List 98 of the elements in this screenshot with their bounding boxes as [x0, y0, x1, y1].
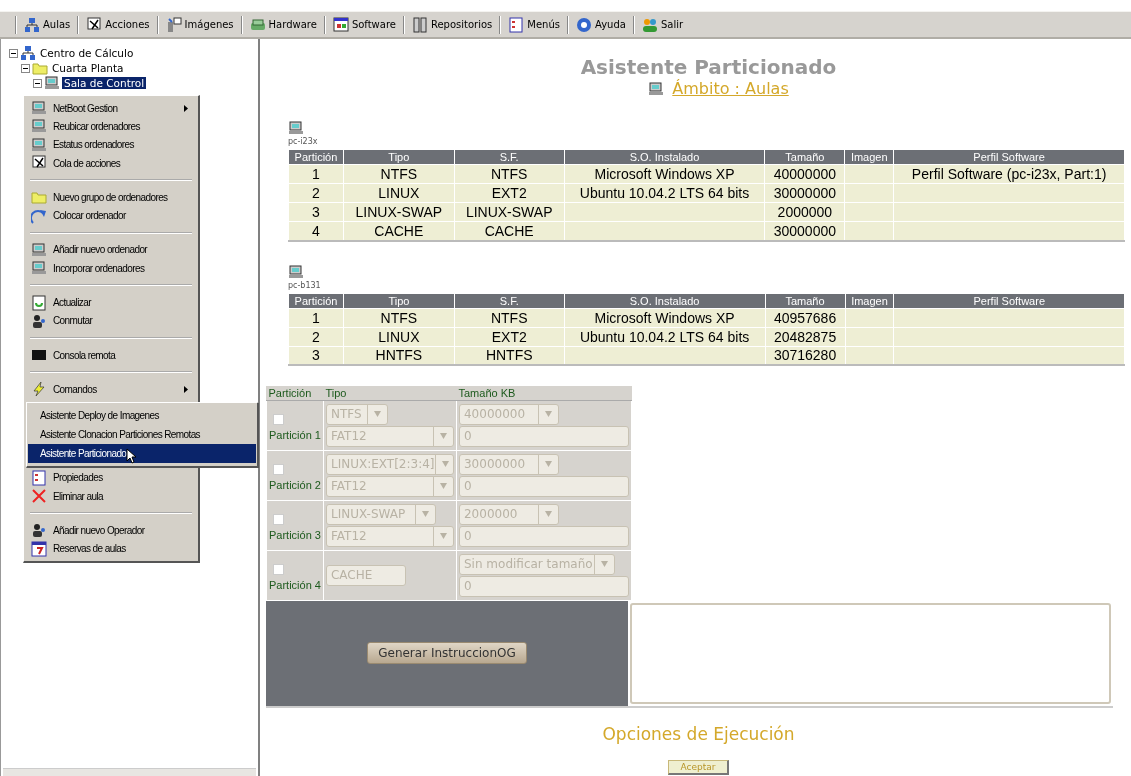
- menu-item[interactable]: Estatus ordenadores: [26, 135, 196, 154]
- instruction-field[interactable]: [630, 602, 1111, 704]
- list-icon: [508, 16, 525, 33]
- window-icon: [332, 16, 349, 33]
- menu-item[interactable]: NetBoot Gestion: [26, 99, 196, 118]
- tree-item[interactable]: Cuarta Planta: [50, 61, 126, 74]
- computer-icon: [31, 136, 47, 153]
- refresh-icon: [31, 294, 47, 311]
- dropdown-arrow-icon: [441, 461, 449, 467]
- network-icon: [20, 44, 36, 61]
- toolbar-button[interactable]: Repositorios: [409, 16, 495, 33]
- toolbar-button[interactable]: Imágenes: [163, 16, 236, 33]
- menu-item[interactable]: Reubicar ordenadores: [26, 117, 196, 136]
- computer-icon: [31, 100, 47, 117]
- toolbar-button[interactable]: Software: [330, 16, 398, 33]
- disk-icon: [165, 16, 182, 33]
- dropdown-arrow-icon: [601, 561, 608, 567]
- tree-item[interactable]: Sala de Control: [62, 76, 147, 89]
- column-header: Imagen: [844, 149, 894, 165]
- calendar-icon: [31, 540, 47, 557]
- toolbar-button[interactable]: Acciones: [84, 16, 152, 33]
- folder-icon: [31, 189, 47, 206]
- column-header: S.F.: [454, 293, 565, 308]
- menu-item[interactable]: Añadir nuevo ordenador: [26, 240, 196, 260]
- column-header: S.O. Instalado: [564, 293, 766, 308]
- dropdown-arrow-icon: [440, 483, 447, 489]
- toolbar-button[interactable]: Salir: [639, 16, 686, 33]
- computer-icon: [31, 241, 47, 258]
- toolbar-button[interactable]: Ayuda: [574, 16, 628, 33]
- column-header: Tipo: [343, 149, 455, 165]
- menu-item[interactable]: Añadir nuevo Operador: [26, 521, 196, 540]
- curved-arrow-icon: [31, 207, 47, 224]
- column-header: S.O. Instalado: [564, 149, 765, 165]
- menu-item[interactable]: Comandos: [26, 380, 196, 399]
- dropdown-arrow-icon: [440, 533, 447, 539]
- cabinet-icon: [411, 16, 428, 33]
- computer-name: pc-i23x: [288, 137, 319, 146]
- column-header: Partición: [288, 293, 344, 308]
- menu-item[interactable]: Consola remota: [26, 345, 196, 365]
- column-header: Tamaño: [764, 149, 845, 165]
- dropdown-arrow-icon: [545, 511, 552, 517]
- menu-item[interactable]: Incorporar ordenadores: [26, 259, 196, 278]
- dropdown-arrow-icon: [374, 411, 381, 417]
- computer-icon: [288, 263, 304, 280]
- network-icon: [24, 16, 40, 33]
- toolbar-button[interactable]: Hardware: [247, 16, 319, 33]
- menu-item[interactable]: Eliminar aula: [26, 486, 196, 506]
- menu-item[interactable]: Propiedades: [26, 468, 196, 487]
- computer-icon: [31, 118, 47, 135]
- menu-item[interactable]: Colocar ordenador: [26, 206, 196, 225]
- computer-icon: [31, 260, 47, 277]
- column-header: Imagen: [845, 293, 894, 308]
- collapse-icon[interactable]: [9, 49, 18, 58]
- column-header: Tamaño: [765, 293, 845, 308]
- menu-item[interactable]: Asistente Particionado: [28, 444, 256, 463]
- collapse-icon[interactable]: [21, 64, 30, 73]
- partition-label: Partición 3: [269, 528, 321, 541]
- partition-label: Partición 4: [269, 578, 321, 591]
- dropdown-arrow-icon: [545, 461, 552, 467]
- toolbar-button[interactable]: Menús: [506, 16, 562, 33]
- computer-icon: [288, 120, 304, 136]
- tree-item[interactable]: Centro de Cálculo: [38, 46, 136, 59]
- dropdown-arrow-icon: [440, 433, 447, 439]
- column-header: Partición: [266, 386, 324, 400]
- section-title: Opciones de Ejecución: [601, 723, 796, 744]
- column-header: Perfil Software: [893, 149, 1125, 165]
- menu-item[interactable]: Conmutar: [26, 311, 196, 330]
- cursor-icon: [126, 448, 137, 464]
- column-header: Tipo: [343, 293, 455, 308]
- computer-name: pc-b131: [288, 280, 322, 290]
- menu-item[interactable]: Reservas de aulas: [26, 539, 196, 558]
- column-header: Tipo: [323, 386, 457, 400]
- page-title: Asistente Particionado: [579, 55, 838, 79]
- properties-icon: [31, 469, 47, 486]
- scrollbar[interactable]: [3, 768, 256, 776]
- collapse-icon[interactable]: [33, 79, 42, 88]
- person-icon: [31, 312, 47, 329]
- column-header: Tamaño KB: [456, 386, 632, 400]
- computer-icon: [44, 74, 60, 91]
- menu-item[interactable]: Nuevo grupo de ordenadores: [26, 188, 196, 207]
- column-header: S.F.: [454, 149, 565, 165]
- lightning-icon: [31, 381, 47, 398]
- computer-icon: [648, 80, 665, 97]
- dropdown-arrow-icon: [545, 411, 552, 417]
- column-header: Perfil Software: [893, 293, 1125, 308]
- toolbar-button[interactable]: Aulas: [22, 16, 73, 33]
- partition-label: Partición 1: [269, 428, 321, 441]
- partition-label: Partición 2: [269, 478, 321, 491]
- generate-button[interactable]: Generar InstruccionOG: [367, 642, 527, 664]
- close-icon: [31, 488, 47, 504]
- menu-item[interactable]: Actualizar: [26, 293, 196, 312]
- dropdown-arrow-icon: [422, 511, 429, 517]
- menu-item[interactable]: Cola de acciones: [26, 153, 196, 173]
- menu-item[interactable]: Asistente Deploy de Imagenes: [28, 406, 256, 425]
- board-icon: [249, 16, 266, 33]
- help-icon: [576, 16, 592, 33]
- column-header: Partición: [288, 149, 344, 165]
- menu-item[interactable]: Asistente Clonacion Particiones Remotas: [28, 425, 256, 444]
